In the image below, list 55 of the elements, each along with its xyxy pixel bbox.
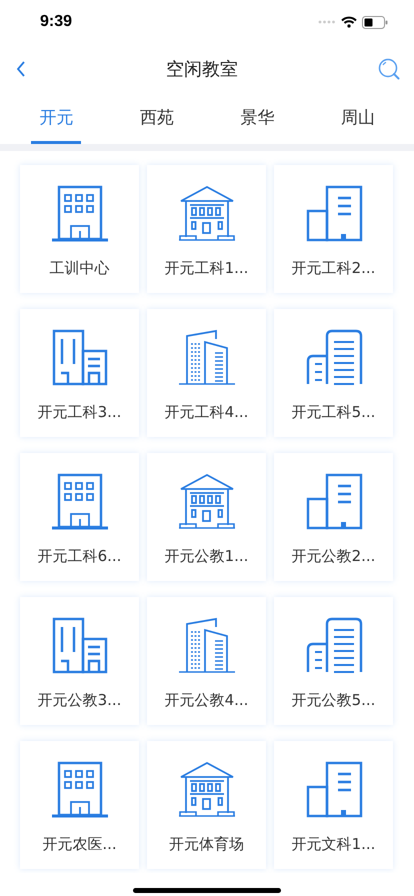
building-card[interactable]: 开元公教5... [274, 597, 393, 725]
skyscraper-icon [178, 329, 236, 387]
building-name: 开元工科5... [292, 403, 376, 422]
search-icon[interactable] [378, 58, 400, 80]
campus-tab[interactable]: 周山 [332, 94, 383, 144]
building-name: 开元公教4... [164, 691, 248, 710]
building-name: 开元工科3... [38, 403, 122, 422]
building-card[interactable]: 开元公教4... [147, 597, 266, 725]
page-title: 空闲教室 [166, 58, 238, 81]
building-card[interactable]: 开元公教1... [147, 453, 266, 581]
wifi-icon [341, 16, 357, 28]
building-card[interactable]: 开元体育场 [147, 741, 266, 869]
battery-icon [362, 16, 388, 28]
building-card[interactable]: 开元公教3... [20, 597, 139, 725]
building-card[interactable]: 开元工科4... [147, 309, 266, 437]
office-blocks-icon [304, 473, 362, 531]
building-icon [50, 761, 108, 819]
status-time: 9:39 [40, 13, 72, 31]
building-name: 开元公教3... [38, 691, 122, 710]
back-icon[interactable] [16, 61, 26, 77]
tower-block-icon [304, 617, 362, 675]
building-icon [50, 185, 108, 243]
skyscraper-icon [178, 617, 236, 675]
building-name: 开元公教5... [292, 691, 376, 710]
building-card[interactable]: 开元工科5... [274, 309, 393, 437]
apartment-icon [50, 329, 108, 387]
building-card[interactable]: 开元工科2... [274, 165, 393, 293]
campus-tab[interactable]: 景华 [232, 94, 282, 144]
office-blocks-icon [304, 185, 362, 243]
office-blocks-icon [304, 761, 362, 819]
signal-icon [318, 20, 336, 24]
building-name: 开元公教1... [164, 547, 248, 566]
campus-tab[interactable]: 西苑 [132, 94, 182, 144]
tower-block-icon [304, 329, 362, 387]
building-icon [50, 473, 108, 531]
building-card[interactable]: 开元工科3... [20, 309, 139, 437]
building-card[interactable]: 工训中心 [20, 165, 139, 293]
building-name: 工训中心 [50, 259, 110, 278]
building-name: 开元工科6... [38, 547, 122, 566]
building-name: 开元工科2... [292, 259, 376, 278]
building-card[interactable]: 开元农医... [20, 741, 139, 869]
building-name: 开元工科1... [164, 259, 248, 278]
building-card[interactable]: 开元工科6... [20, 453, 139, 581]
classical-building-icon [178, 473, 236, 531]
building-name: 开元体育场 [169, 835, 244, 854]
classical-building-icon [178, 185, 236, 243]
building-card[interactable]: 开元工科1... [147, 165, 266, 293]
building-name: 开元公教2... [292, 547, 376, 566]
building-card[interactable]: 开元文科1... [274, 741, 393, 869]
building-name: 开元工科4... [164, 403, 248, 422]
classical-building-icon [178, 761, 236, 819]
building-name: 开元农医... [42, 835, 117, 854]
apartment-icon [50, 617, 108, 675]
building-card[interactable]: 开元公教2... [274, 453, 393, 581]
building-name: 开元文科1... [292, 835, 376, 854]
